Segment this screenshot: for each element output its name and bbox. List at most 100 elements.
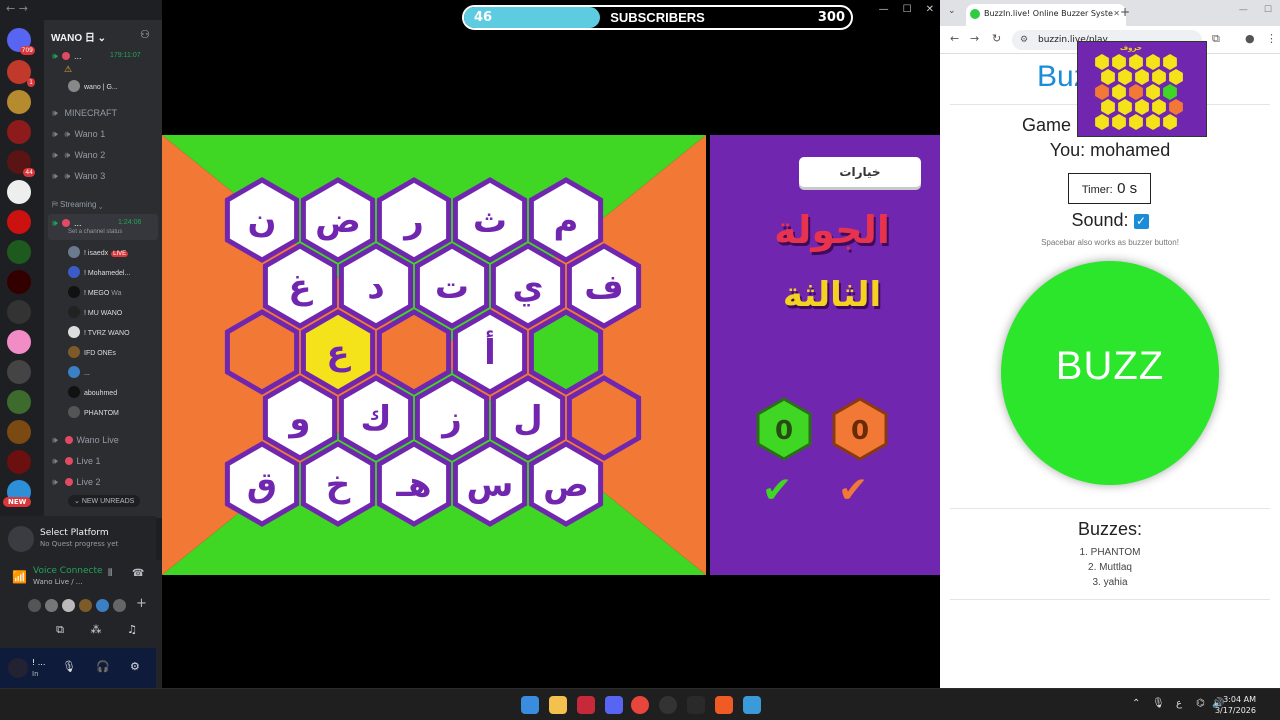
discord-home-icon[interactable]: 709 [7, 28, 35, 55]
new-tab-icon[interactable]: + [1120, 5, 1130, 19]
add-member-icon[interactable]: ⚇ [140, 28, 150, 41]
plus-icon[interactable]: + [136, 596, 147, 611]
back-arrow-icon[interactable]: ← → [0, 0, 162, 20]
minimize-icon[interactable]: — [879, 4, 889, 15]
hex-cell[interactable] [528, 309, 604, 395]
settings-icon[interactable]: ⚙ [130, 660, 140, 673]
tab-search-icon[interactable]: ⌄ [948, 6, 956, 16]
quest-panel[interactable]: Select Platform No Quest progress yet [0, 516, 156, 560]
maximize-icon[interactable]: ☐ [903, 4, 912, 15]
voice-member[interactable]: ! MU WANO [68, 306, 122, 320]
server-icon[interactable]: 1 [7, 60, 35, 87]
activities-icon[interactable]: ⁂ [78, 620, 114, 640]
server-icon[interactable] [7, 450, 31, 474]
clock[interactable]: 3:04 AM 3/17/2026 [1215, 694, 1256, 716]
menu-icon[interactable]: ⋮ [1266, 32, 1277, 45]
server-icon[interactable] [7, 240, 31, 264]
server-icon[interactable]: 44 [7, 150, 35, 177]
server-icon[interactable] [7, 300, 31, 324]
streaming-channel[interactable]: 🕪... 1:24:06 Set a channel status [48, 214, 158, 240]
screen-share-icon[interactable]: ⧉ [42, 620, 78, 640]
voice-channel[interactable]: 🕪 Wano Live [52, 432, 119, 448]
back-icon[interactable]: ← [950, 32, 959, 45]
voice-channel[interactable]: 🕪 MINECRAFT [52, 105, 117, 121]
epic-games-icon[interactable] [687, 696, 705, 714]
discord-icon[interactable] [605, 696, 623, 714]
category-streaming[interactable]: ⛿ Streaming ⌄ [52, 200, 103, 210]
server-icon[interactable] [7, 390, 31, 414]
chrome-icon[interactable] [631, 696, 649, 714]
network-icon[interactable]: ⌬ [1196, 698, 1205, 709]
member-name: ! Mohamedel... [84, 270, 131, 277]
voice-status[interactable]: Voice Connecte [33, 566, 103, 576]
hex-cell[interactable] [224, 309, 300, 395]
start-icon[interactable] [521, 696, 539, 714]
buzz-entry: 2. Muttlaq [1088, 562, 1132, 573]
profile-icon[interactable]: ● [1245, 32, 1255, 45]
voice-channel[interactable]: 🕪 🕪 Wano 1 [52, 126, 105, 142]
server-name-label: WANO 日 [51, 33, 95, 44]
obs-icon[interactable] [659, 696, 677, 714]
voice-member[interactable]: ... [68, 366, 90, 380]
headphones-icon[interactable]: 🎧 [96, 660, 110, 673]
channel-label: Wano 1 [74, 129, 106, 139]
reload-icon[interactable]: ↻ [992, 32, 1001, 45]
close-icon[interactable]: ✕ [926, 4, 934, 15]
timer-value: 0 s [1117, 180, 1138, 197]
voice-member[interactable]: abouhmed [68, 386, 117, 400]
tray-chevron-icon[interactable]: ⌃ [1132, 698, 1140, 709]
server-icon[interactable] [7, 330, 31, 354]
voice-channel[interactable]: 🕪 🕪 Wano 3 [52, 168, 105, 184]
server-icon[interactable] [7, 420, 31, 444]
file-explorer-icon[interactable] [549, 696, 567, 714]
hex-cell[interactable] [566, 375, 642, 461]
options-button[interactable]: خيارات [799, 157, 921, 187]
extensions-icon[interactable]: ⧉ [1212, 32, 1220, 46]
microphone-icon[interactable]: 🎙 [1152, 698, 1165, 709]
buzz-button[interactable]: BUZZ [1001, 261, 1219, 485]
close-tab-icon[interactable]: ✕ [1113, 4, 1120, 24]
hex-letter: ن [247, 201, 276, 241]
channel-status[interactable]: Set a channel status [68, 229, 122, 235]
maximize-icon[interactable]: ☐ [1264, 5, 1272, 15]
voice-member[interactable]: PHANTOM [68, 406, 119, 420]
microphone-icon[interactable]: 🎙 [62, 660, 76, 673]
disconnect-icon[interactable]: ☎ [132, 568, 144, 579]
noise-suppression-icon[interactable]: ⫴ [108, 568, 112, 579]
avatar[interactable] [8, 658, 28, 678]
site-info-icon[interactable]: ⚙ [1020, 30, 1028, 50]
minimize-icon[interactable]: — [1239, 5, 1248, 15]
timer-box: Timer: 0 s [1068, 173, 1151, 204]
language-indicator[interactable]: ع [1176, 698, 1182, 709]
voice-channel[interactable]: 🕪 Live 2 [52, 474, 101, 490]
forward-icon[interactable]: → [970, 32, 979, 45]
voice-member[interactable]: ! Mohamedel... [68, 266, 130, 280]
new-unreads-button[interactable]: ⌄ NEW UNREADS [68, 495, 141, 507]
server-icon[interactable] [7, 180, 31, 204]
voice-channel[interactable]: 🕪 Live 1 [52, 453, 101, 469]
voice-channel[interactable]: 🕪 🕪 Wano 2 [52, 147, 105, 163]
voice-member[interactable]: ! isaedx LIVE [68, 246, 129, 260]
tab-buzzin[interactable]: BuzzIn.live! Online Buzzer Syste ✕ [966, 4, 1126, 26]
avatar [96, 599, 109, 612]
server-icon[interactable] [7, 210, 31, 234]
voice-member[interactable]: ! TVRZ WANO [68, 326, 130, 340]
soundboard-icon[interactable]: ♫ [114, 620, 150, 640]
sound-checkbox[interactable]: ✓ [1133, 214, 1149, 229]
user-name[interactable]: ! ... [32, 658, 45, 667]
server-icon[interactable] [7, 90, 31, 114]
hex-cell[interactable] [376, 309, 452, 395]
server-name[interactable]: WANO 日 ⌄ [51, 29, 106, 44]
app-icon[interactable] [743, 696, 761, 714]
voice-member[interactable]: ! MEGO Wa [68, 286, 121, 300]
server-icon[interactable] [7, 270, 31, 294]
voice-member[interactable]: IFD ONEs [68, 346, 116, 360]
server-icon[interactable] [7, 360, 31, 384]
server-icon[interactable] [7, 120, 31, 144]
new-pill[interactable]: NEW [3, 497, 32, 507]
speaker-icon: 🕪 [52, 51, 58, 61]
voice-channel-path[interactable]: Wano Live / ... [33, 578, 83, 586]
voice-member[interactable]: wano | G... [68, 80, 118, 94]
app-icon[interactable] [577, 696, 595, 714]
brave-icon[interactable] [715, 696, 733, 714]
